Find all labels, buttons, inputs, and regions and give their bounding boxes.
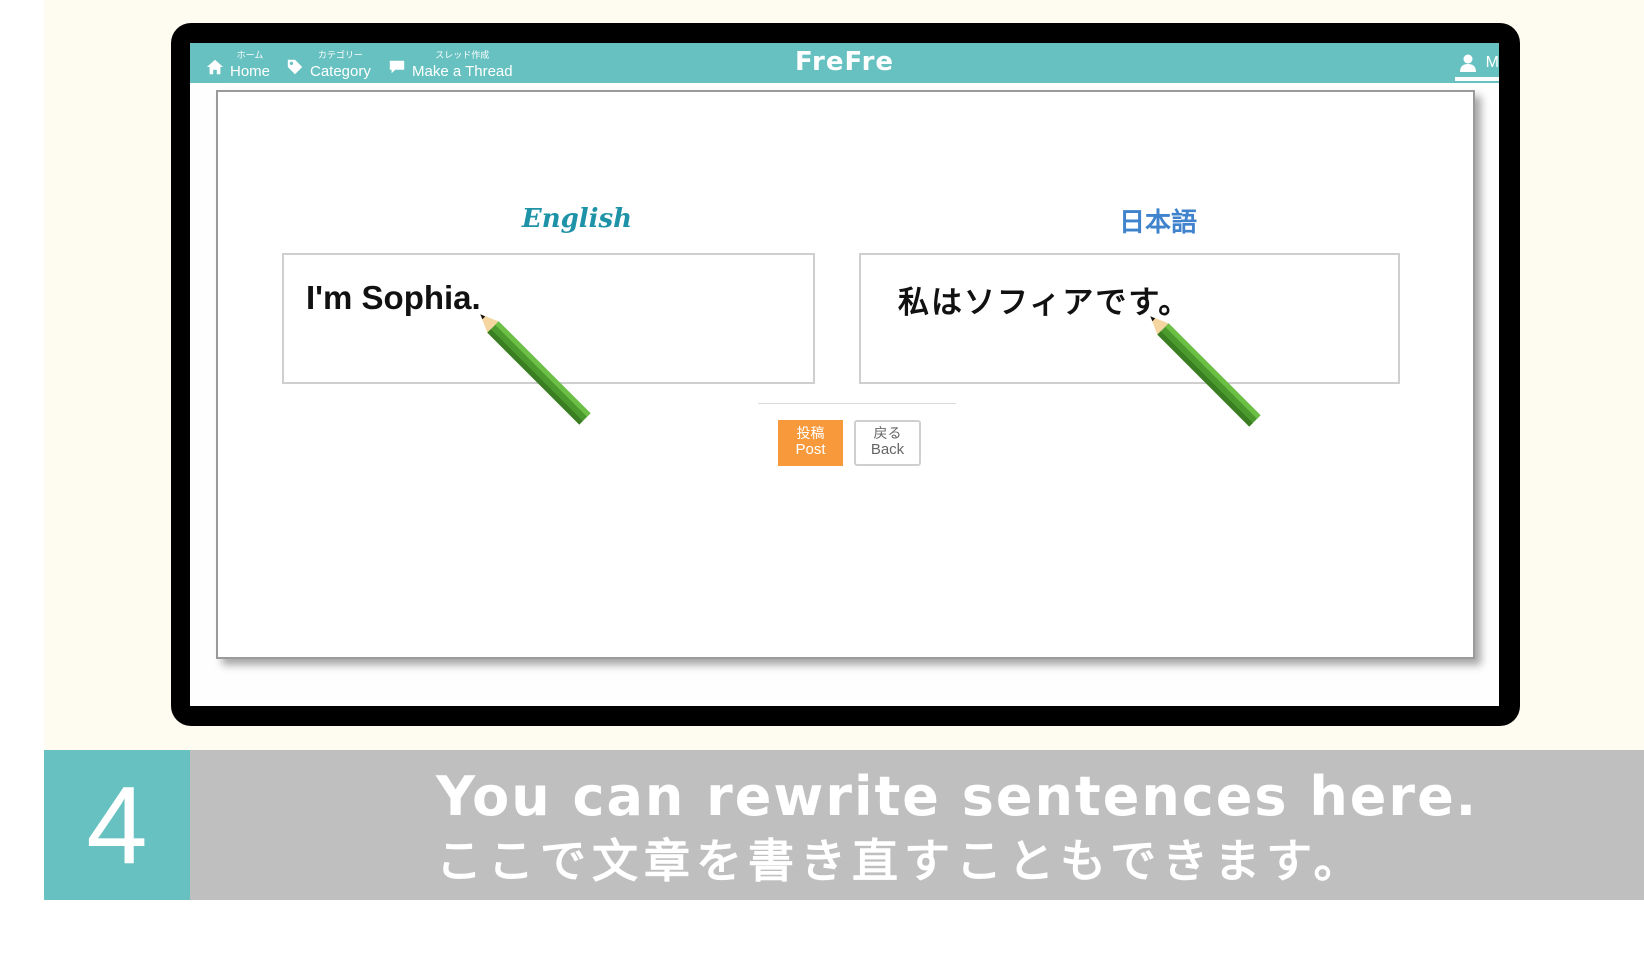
top-navbar: ホーム Home カテゴリー Category スレッド作成 Make a Th…: [190, 43, 1499, 83]
brand-logo[interactable]: FreFre: [190, 47, 1499, 77]
post-button[interactable]: 投稿 Post: [778, 420, 843, 466]
nav-user-menu[interactable]: M: [1458, 53, 1499, 73]
user-icon: [1459, 54, 1476, 72]
app-screen: ホーム Home カテゴリー Category スレッド作成 Make a Th…: [190, 43, 1499, 706]
back-button[interactable]: 戻る Back: [854, 420, 921, 466]
pencil-icon: [480, 314, 591, 425]
back-button-label: Back: [870, 441, 905, 459]
japanese-heading: 日本語: [1118, 208, 1197, 238]
nav-user-label: M: [1485, 54, 1499, 71]
japanese-textarea[interactable]: 私はソフィアです。: [859, 253, 1400, 384]
english-heading: English: [521, 204, 633, 234]
post-button-sub: 投稿: [796, 426, 825, 443]
edit-card: English 日本語 I'm Sophia. 私はソフィアです。 投稿 Pos…: [216, 90, 1475, 659]
caption-text: You can rewrite sentences here. ここで文章を書き…: [436, 765, 1478, 893]
pencil-icon: [1150, 316, 1261, 427]
post-button-label: Post: [795, 441, 826, 459]
caption-line-japanese: ここで文章を書き直すこともできます。: [436, 834, 1366, 888]
caption-bar: You can rewrite sentences here. ここで文章を書き…: [190, 750, 1644, 900]
english-text-value: I'm Sophia.: [306, 279, 481, 316]
nav-active-indicator: [1455, 77, 1499, 81]
step-number: 4: [44, 750, 190, 900]
divider: [758, 403, 956, 404]
back-button-sub: 戻る: [873, 426, 902, 443]
caption-line-english: You can rewrite sentences here.: [436, 765, 1479, 828]
